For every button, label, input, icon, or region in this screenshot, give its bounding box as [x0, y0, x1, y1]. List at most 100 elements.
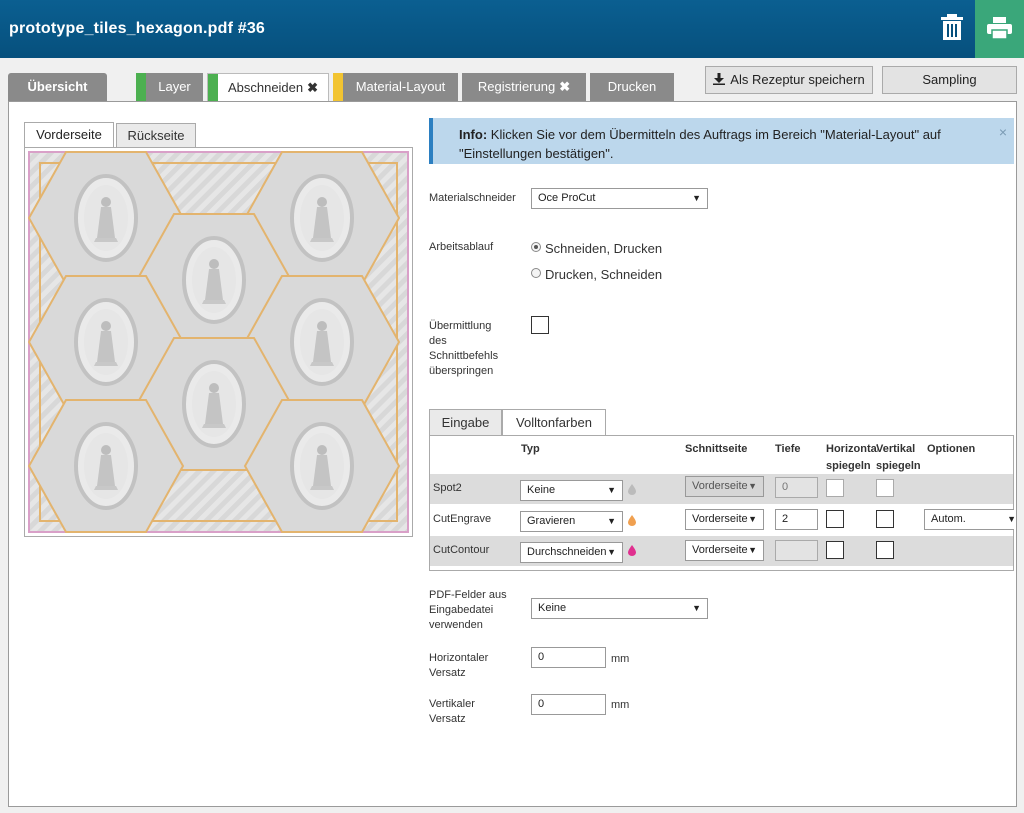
save-recipe-button[interactable]: Als Rezeptur speichern [705, 66, 873, 94]
chevron-down-icon: ▼ [748, 514, 757, 524]
row-depth-input[interactable]: 2 [775, 509, 818, 530]
row-side-value: Vorderseite [692, 544, 748, 556]
col-options: Optionen [927, 443, 976, 455]
cut-status-marker [208, 74, 218, 103]
row-hmirror-checkbox[interactable] [826, 541, 844, 559]
chevron-down-icon: ▼ [748, 481, 757, 491]
row-options-select[interactable]: Autom. ▼ [924, 509, 1016, 530]
row-vmirror-checkbox[interactable] [876, 510, 894, 528]
workflow-radio-cut-print[interactable] [531, 242, 541, 252]
row-side-select[interactable]: Vorderseite ▼ [685, 540, 764, 561]
h-offset-label-line: Versatz [429, 667, 466, 679]
tab-material-label: Material-Layout [355, 79, 446, 94]
skip-label-line: Übermittlung [429, 320, 492, 332]
col-side: Schnittseite [685, 443, 748, 455]
row-side-select[interactable]: Vorderseite ▼ [685, 476, 764, 497]
row-type-select[interactable]: Gravieren ▼ [520, 511, 623, 532]
h-offset-input[interactable]: 0 [531, 647, 606, 668]
tab-cut[interactable]: Abschneiden ✖ [207, 73, 329, 103]
chevron-down-icon: ▼ [748, 545, 757, 555]
row-type-select[interactable]: Keine ▼ [520, 480, 623, 501]
pdf-label-line: verwenden [429, 619, 483, 631]
pdf-fields-label: PDF-Felder aus Eingabedatei verwenden [429, 588, 507, 633]
pdf-fields-select[interactable]: Keine ▼ [531, 598, 708, 619]
col-hmirror-line2: spiegeln [826, 460, 871, 472]
color-drop-icon [628, 515, 636, 526]
color-drop-icon [628, 545, 636, 556]
chevron-down-icon: ▼ [692, 603, 701, 613]
row-type-value: Gravieren [527, 515, 576, 527]
hexagon-tiles-preview-image [28, 151, 409, 533]
cutter-select[interactable]: Oce ProCut ▼ [531, 188, 708, 209]
tab-registration[interactable]: Registrierung ✖ [462, 73, 586, 101]
chevron-down-icon: ▼ [607, 516, 616, 526]
row-hmirror-checkbox[interactable] [826, 479, 844, 497]
error-x-icon: ✖ [307, 80, 319, 95]
col-type: Typ [521, 443, 540, 455]
row-side-value: Vorderseite [692, 480, 748, 492]
h-offset-unit: mm [611, 653, 630, 665]
row-name: Spot2 [433, 482, 462, 494]
pdf-label-line: Eingabedatei [429, 604, 494, 616]
tab-back-side[interactable]: Rückseite [116, 123, 196, 148]
col-vmirror-line1: Vertikal [876, 443, 916, 455]
sampling-button[interactable]: Sampling [882, 66, 1017, 94]
close-icon[interactable]: × [999, 123, 1007, 142]
h-offset-label: Horizontaler Versatz [429, 651, 488, 681]
trash-icon [941, 14, 963, 40]
tab-registration-label: Registrierung [477, 79, 556, 94]
workflow-label: Arbeitsablauf [429, 241, 494, 253]
skip-label-line: des [429, 335, 447, 347]
workflow-radio-print-cut[interactable] [531, 268, 541, 278]
col-hmirror-line1: Horizontal [826, 443, 878, 455]
col-depth: Tiefe [775, 443, 801, 455]
row-depth-input[interactable]: 0 [775, 477, 818, 498]
chevron-down-icon: ▼ [607, 547, 616, 557]
info-text: Klicken Sie vor dem Übermitteln des Auft… [490, 127, 941, 142]
row-vmirror-checkbox[interactable] [876, 541, 894, 559]
skip-label-line: Schnittbefehls [429, 350, 499, 362]
tab-layer[interactable]: Layer [136, 73, 203, 101]
tab-spot-colors[interactable]: Volltonfarben [502, 409, 606, 437]
pdf-label-line: PDF-Felder aus [429, 589, 507, 601]
row-name: CutEngrave [433, 513, 492, 525]
tab-input[interactable]: Eingabe [429, 409, 502, 436]
v-offset-unit: mm [611, 699, 630, 711]
tab-print[interactable]: Drucken [590, 73, 674, 101]
workflow-option-cut-print: Schneiden, Drucken [545, 241, 663, 256]
layer-status-marker [136, 73, 146, 101]
tab-layer-label: Layer [158, 79, 191, 94]
delete-button[interactable] [938, 12, 966, 42]
chevron-down-icon: ▼ [692, 193, 701, 203]
row-side-value: Vorderseite [692, 513, 748, 525]
page-preview [24, 147, 413, 537]
row-hmirror-checkbox[interactable] [826, 510, 844, 528]
color-drop-icon [628, 484, 636, 495]
v-offset-label-line: Versatz [429, 713, 466, 725]
material-status-marker [333, 73, 343, 101]
tab-overview[interactable]: Übersicht [8, 73, 107, 101]
skip-cut-checkbox[interactable] [531, 316, 549, 334]
cutter-value: Oce ProCut [538, 192, 596, 204]
row-type-select[interactable]: Durchschneiden ▼ [520, 542, 623, 563]
tab-material-layout[interactable]: Material-Layout [333, 73, 458, 101]
download-icon [713, 73, 726, 85]
row-vmirror-checkbox[interactable] [876, 479, 894, 497]
row-name: CutContour [433, 544, 490, 556]
chevron-down-icon: ▼ [1007, 514, 1016, 524]
col-vmirror: Vertikal spiegeln [876, 442, 921, 474]
printer-icon [987, 17, 1012, 39]
h-offset-label-line: Horizontaler [429, 652, 489, 664]
info-label: Info: [459, 127, 488, 142]
document-title: prototype_tiles_hexagon.pdf #36 [9, 20, 266, 37]
row-depth-input[interactable] [775, 540, 818, 561]
row-side-select[interactable]: Vorderseite ▼ [685, 509, 764, 530]
app-header: prototype_tiles_hexagon.pdf #36 [0, 0, 1024, 58]
info-banner: Info: Klicken Sie vor dem Übermitteln de… [429, 118, 1014, 164]
workflow-option-print-cut: Drucken, Schneiden [545, 267, 663, 282]
v-offset-input[interactable]: 0 [531, 694, 606, 715]
tab-front-side[interactable]: Vorderseite [24, 122, 114, 148]
chevron-down-icon: ▼ [607, 485, 616, 495]
print-button[interactable] [975, 0, 1024, 58]
row-type-value: Durchschneiden [527, 546, 607, 558]
